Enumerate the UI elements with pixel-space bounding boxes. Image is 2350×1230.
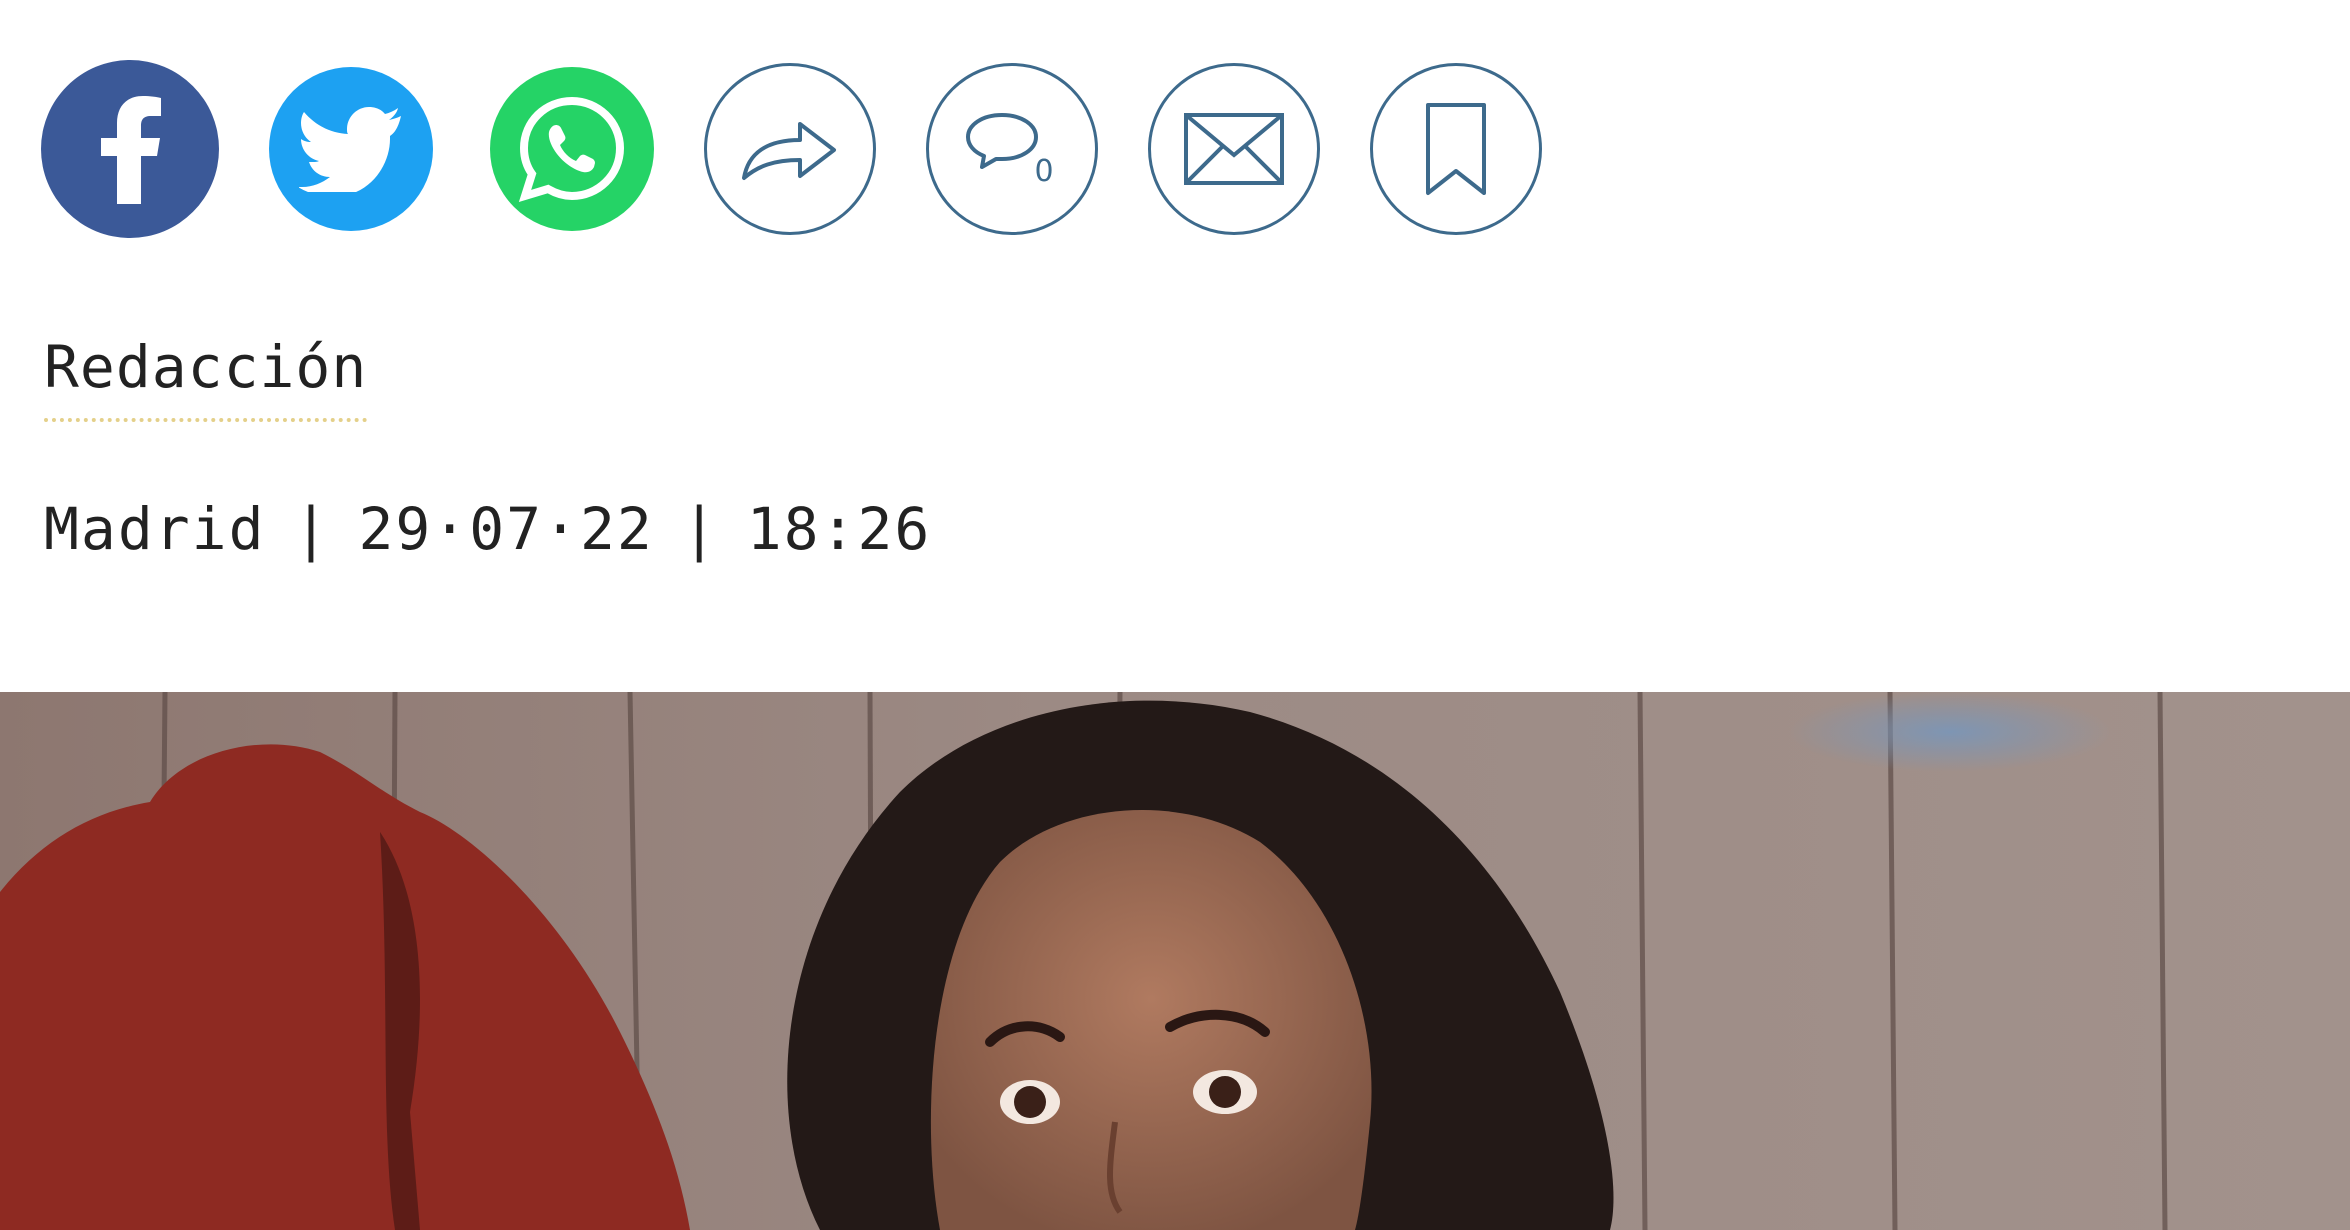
share-button[interactable] (704, 63, 876, 235)
dateline-separator: | (293, 495, 331, 563)
comment-icon: 0 (966, 113, 1054, 189)
whatsapp-icon (518, 96, 625, 203)
dateline-city: Madrid (44, 495, 266, 563)
email-share-button[interactable] (1148, 63, 1320, 235)
dateline-time: 18:26 (746, 495, 932, 563)
dateline-separator: | (681, 495, 719, 563)
share-bar: 0 (41, 60, 1542, 238)
comments-button[interactable]: 0 (926, 63, 1098, 235)
dateline: Madrid | 29·07·22 | 18:26 (44, 495, 932, 563)
comment-count: 0 (1034, 154, 1053, 189)
article-photo (0, 692, 2350, 1230)
facebook-share-button[interactable] (41, 60, 219, 238)
bookmark-icon (1426, 103, 1486, 195)
facebook-icon (101, 96, 161, 204)
share-arrow-icon (742, 122, 836, 180)
article-page: 0 Redacción Madrid | 29·07·22 | 18:26 (0, 0, 2350, 1230)
twitter-share-button[interactable] (269, 67, 433, 231)
twitter-icon (299, 107, 401, 192)
dateline-date: 29·07·22 (358, 495, 654, 563)
author-byline[interactable]: Redacción (44, 335, 368, 422)
whatsapp-share-button[interactable] (490, 67, 654, 231)
mail-icon (1184, 113, 1284, 185)
bookmark-button[interactable] (1370, 63, 1542, 235)
